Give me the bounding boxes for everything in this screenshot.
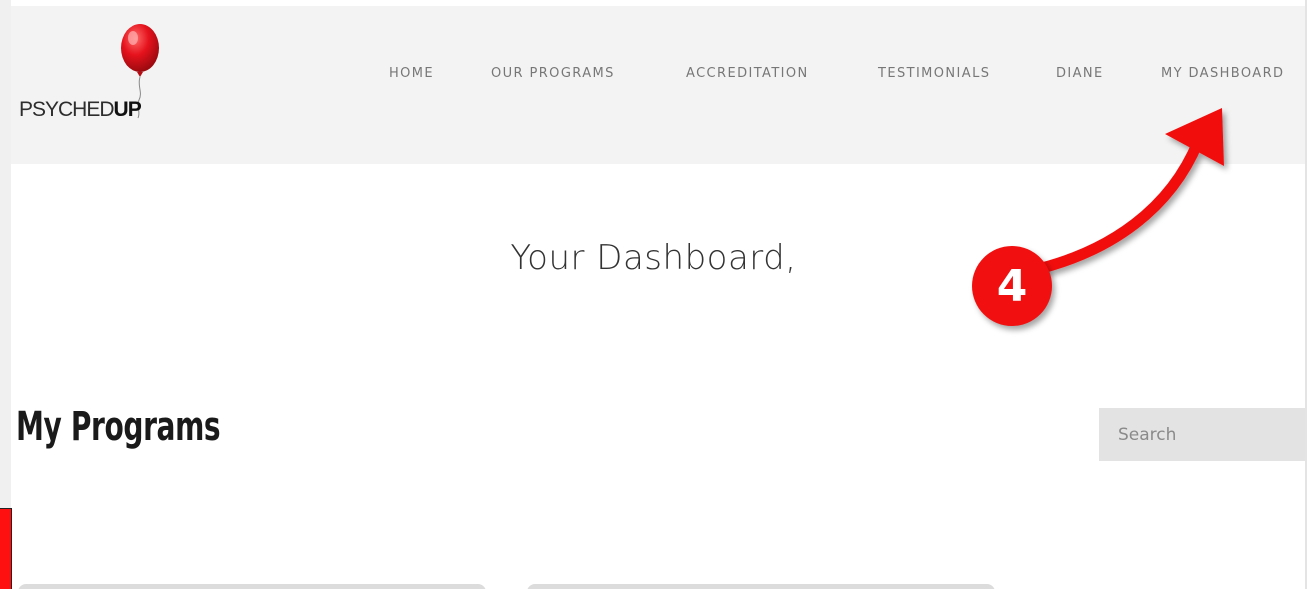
nav-my-dashboard[interactable]: MY DASHBOARD <box>1161 66 1284 81</box>
nav-testimonials[interactable]: TESTIMONIALS <box>878 66 990 81</box>
annotation-arrow-icon <box>1036 108 1224 274</box>
program-card[interactable] <box>527 584 995 589</box>
step-number-badge: 4 <box>972 246 1052 326</box>
search-input[interactable] <box>1099 408 1307 461</box>
logo-text-main: PSYCHED <box>19 98 115 121</box>
logo-text-bold: UP <box>113 98 142 121</box>
logo-wordmark: PSYCHEDUP <box>19 98 142 122</box>
left-red-marker <box>0 508 12 589</box>
program-card[interactable] <box>18 584 486 589</box>
page: PSYCHEDUP HOME OUR PROGRAMS ACCREDITATIO… <box>0 0 1307 589</box>
nav-accreditation[interactable]: ACCREDITATION <box>686 66 809 81</box>
site-logo[interactable]: PSYCHEDUP <box>15 18 175 128</box>
my-programs-heading: My Programs <box>16 404 221 450</box>
nav-diane[interactable]: DIANE <box>1056 66 1104 81</box>
nav-home[interactable]: HOME <box>389 66 434 81</box>
frame-left-edge <box>0 0 11 589</box>
nav-our-programs[interactable]: OUR PROGRAMS <box>491 66 615 81</box>
